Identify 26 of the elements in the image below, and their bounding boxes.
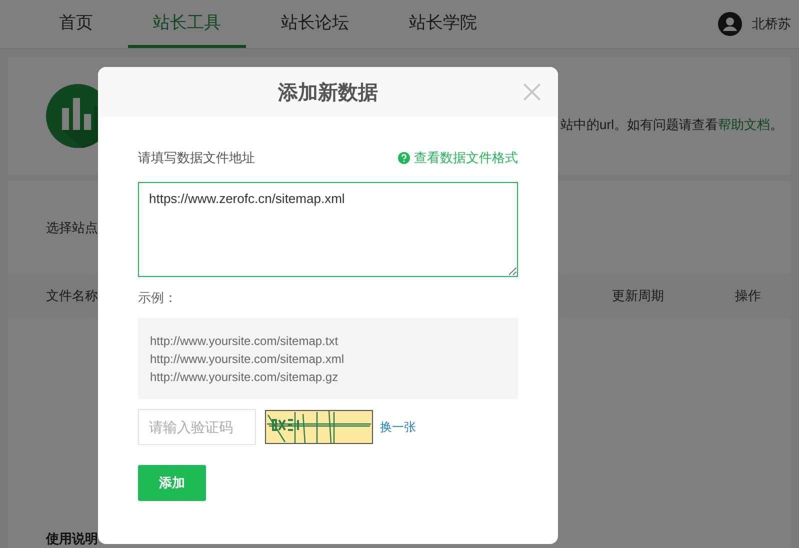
captcha-image-drawing[interactable] <box>265 410 373 444</box>
nav-tab[interactable]: 站长论坛 <box>256 0 374 48</box>
avatar-icon[interactable] <box>718 12 742 36</box>
example-label: 示例： <box>138 289 178 307</box>
example-url: http://www.yoursite.com/sitemap.gz <box>150 370 340 384</box>
example-url: http://www.yoursite.com/sitemap.xml <box>150 352 346 366</box>
nav-tab[interactable]: 站长工具 <box>128 0 246 48</box>
user-name[interactable]: 北桥苏 <box>752 15 791 33</box>
nav-tab[interactable]: 首页 <box>34 0 118 48</box>
captcha-input-field[interactable]: 请输入验证码 <box>138 409 256 445</box>
help-docs-link[interactable]: 帮助文档 <box>718 117 770 132</box>
column-header: 操作 <box>735 287 761 305</box>
refresh-captcha-link[interactable]: 换一张 <box>380 418 416 436</box>
example-url: http://www.yoursite.com/sitemap.txt <box>150 334 340 348</box>
intro-text: 站中的url。如有问题请查看帮助文档。 <box>560 116 783 134</box>
data-format-link[interactable]: 查看数据文件格式 <box>398 149 518 167</box>
dialog-title: 添加新数据 <box>278 80 378 106</box>
column-header: 更新周期 <box>612 287 664 305</box>
add-button[interactable]: 添加 <box>138 465 206 501</box>
nav-tab[interactable]: 站长学院 <box>384 0 502 48</box>
help-icon <box>398 152 410 164</box>
site-select-label: 选择站点 <box>46 218 98 236</box>
field-label: 请填写数据文件地址 <box>138 149 255 167</box>
url-input-field[interactable]: https://www.zerofc.cn/sitemap.xml <box>138 182 518 277</box>
usage-title: 使用说明 <box>46 530 98 548</box>
column-header: 文件名称 <box>46 287 98 305</box>
